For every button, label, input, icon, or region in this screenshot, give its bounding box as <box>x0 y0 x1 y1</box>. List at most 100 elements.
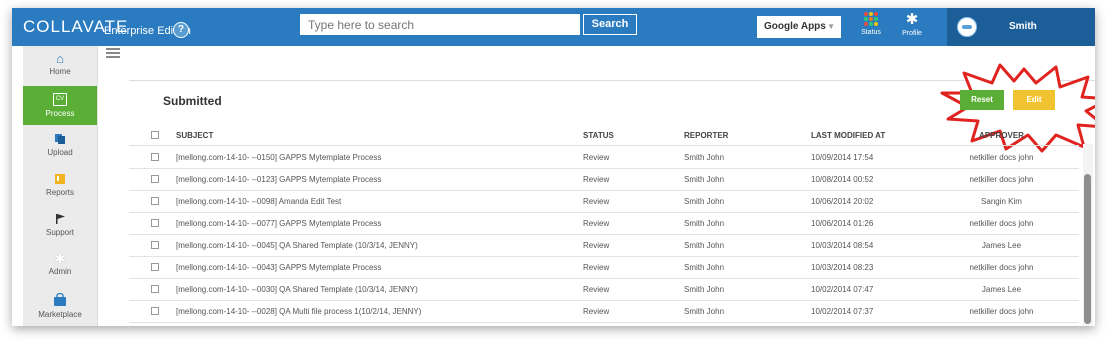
cell-approver: netkiller docs john <box>969 307 1034 316</box>
cell-reporter: Smith John <box>684 197 725 206</box>
sidebar: ⌂ Home CV Process Upload Reports Support… <box>23 46 98 326</box>
sidebar-item-label: Upload <box>47 148 73 157</box>
cell-approver: James Lee <box>981 241 1022 250</box>
cell-reporter: Smith John <box>684 153 725 162</box>
chevron-down-icon: ▼ <box>827 22 835 31</box>
sidebar-item-support[interactable]: Support <box>23 206 97 245</box>
cell-approver: netkiller docs john <box>969 175 1034 184</box>
cell-last-modified: 10/02/2014 07:47 <box>811 285 874 294</box>
cell-approver: netkiller docs john <box>969 219 1034 228</box>
cell-approver: netkiller docs john <box>969 263 1034 272</box>
cell-approver: netkiller docs john <box>969 153 1034 162</box>
sidebar-item-process[interactable]: CV Process <box>23 86 97 125</box>
cell-status: Review <box>583 197 610 206</box>
cell-last-modified: 10/03/2014 08:23 <box>811 263 874 272</box>
table-row[interactable]: [mellong.com-14-10- --0077] GAPPS Mytemp… <box>129 212 1079 235</box>
cell-last-modified: 10/06/2014 20:02 <box>811 197 874 206</box>
cell-subject[interactable]: [mellong.com-14-10- --0077] GAPPS Mytemp… <box>176 219 381 228</box>
cell-last-modified: 10/08/2014 00:52 <box>811 175 874 184</box>
sidebar-item-label: Process <box>45 109 75 118</box>
sidebar-item-admin[interactable]: ✱ Admin <box>23 246 97 285</box>
cell-subject[interactable]: [mellong.com-14-10- --0123] GAPPS Mytemp… <box>176 175 381 184</box>
cell-last-modified: 10/06/2014 01:26 <box>811 219 874 228</box>
sidebar-item-upload[interactable]: Upload <box>23 126 97 165</box>
username: Smith <box>1009 21 1037 32</box>
user-menu[interactable]: Smith <box>947 8 1095 46</box>
cell-subject[interactable]: [mellong.com-14-10- --0043] GAPPS Mytemp… <box>176 263 381 272</box>
reset-button[interactable]: Reset <box>960 90 1004 110</box>
cell-last-modified: 10/03/2014 08:54 <box>811 241 874 250</box>
main-content: Submitted Reset Edit SUBJECT STATUS REPO… <box>129 46 1095 326</box>
row-checkbox[interactable] <box>151 263 159 271</box>
cell-subject[interactable]: [mellong.com-14-10- --0028] QA Multi fil… <box>176 307 421 316</box>
table-header: SUBJECT STATUS REPORTER LAST MODIFIED AT… <box>129 125 1079 146</box>
profile-button[interactable]: ✱ Profile <box>895 11 929 38</box>
row-checkbox[interactable] <box>151 219 159 227</box>
cell-reporter: Smith John <box>684 175 725 184</box>
row-checkbox[interactable] <box>151 153 159 161</box>
cell-subject[interactable]: [mellong.com-14-10- --0098] Amanda Edit … <box>176 197 341 206</box>
search-input[interactable] <box>300 14 580 35</box>
bag-icon <box>54 293 66 306</box>
app-window: COLLAVATE Enterprise Edition ? Search Go… <box>12 8 1095 326</box>
table-row[interactable]: [mellong.com-14-10- --0150] GAPPS Mytemp… <box>129 146 1079 169</box>
column-subject[interactable]: SUBJECT <box>176 131 213 140</box>
table-row[interactable]: [mellong.com-14-10- --0030] QA Shared Te… <box>129 278 1079 301</box>
column-last-modified[interactable]: LAST MODIFIED AT <box>811 131 885 140</box>
gear-icon: ✱ <box>54 251 66 266</box>
row-checkbox[interactable] <box>151 197 159 205</box>
cell-subject[interactable]: [mellong.com-14-10- --0150] GAPPS Mytemp… <box>176 153 381 162</box>
page-title: Submitted <box>163 94 222 108</box>
sidebar-item-label: Support <box>45 228 75 237</box>
edit-button[interactable]: Edit <box>1013 90 1055 110</box>
column-reporter[interactable]: REPORTER <box>684 131 728 140</box>
table-row[interactable]: [mellong.com-14-10- --0045] QA Shared Te… <box>129 234 1079 257</box>
row-checkbox[interactable] <box>151 307 159 315</box>
apps-dropdown[interactable]: Google Apps ▼ <box>757 16 841 38</box>
status-button[interactable]: Status <box>854 12 888 36</box>
help-icon[interactable]: ? <box>173 22 189 38</box>
vertical-scrollbar[interactable] <box>1083 144 1093 326</box>
menu-collapse-icon[interactable] <box>106 48 120 60</box>
table-row[interactable]: [mellong.com-14-10- --0098] Amanda Edit … <box>129 190 1079 213</box>
scrollbar-thumb[interactable] <box>1084 174 1091 324</box>
sidebar-item-label: Reports <box>45 188 74 197</box>
table-row[interactable]: [mellong.com-14-10- --0043] GAPPS Mytemp… <box>129 256 1079 279</box>
cell-reporter: Smith John <box>684 219 725 228</box>
cv-icon: CV <box>53 93 67 106</box>
cell-reporter: Smith John <box>684 307 725 316</box>
sidebar-item-home[interactable]: ⌂ Home <box>23 46 97 85</box>
row-checkbox[interactable] <box>151 241 159 249</box>
sidebar-item-reports[interactable]: Reports <box>23 166 97 205</box>
row-checkbox[interactable] <box>151 285 159 293</box>
search-button[interactable]: Search <box>583 14 637 35</box>
cell-subject[interactable]: [mellong.com-14-10- --0045] QA Shared Te… <box>176 241 418 250</box>
top-bar: COLLAVATE Enterprise Edition ? Search Go… <box>12 8 1095 46</box>
gear-icon: ✱ <box>905 11 919 28</box>
table-row[interactable]: [mellong.com-14-10- --0123] GAPPS Mytemp… <box>129 168 1079 191</box>
cell-approver: Sangin Kim <box>981 197 1022 206</box>
profile-label: Profile <box>902 30 922 37</box>
select-all-checkbox[interactable] <box>151 131 159 139</box>
home-icon: ⌂ <box>56 51 64 66</box>
sidebar-item-marketplace[interactable]: Marketplace <box>23 286 97 325</box>
cell-reporter: Smith John <box>684 241 725 250</box>
apps-dropdown-value: Google Apps <box>764 21 826 32</box>
status-icon <box>854 12 888 26</box>
cell-subject[interactable]: [mellong.com-14-10- --0030] QA Shared Te… <box>176 285 418 294</box>
cell-reporter: Smith John <box>684 263 725 272</box>
cell-reporter: Smith John <box>684 285 725 294</box>
column-approver[interactable]: APPROVER <box>929 131 1074 140</box>
row-checkbox[interactable] <box>151 175 159 183</box>
table-row[interactable]: [mellong.com-14-10- --0028] QA Multi fil… <box>129 300 1079 323</box>
cell-status: Review <box>583 241 610 250</box>
column-status[interactable]: STATUS <box>583 131 614 140</box>
table-body: [mellong.com-14-10- --0150] GAPPS Mytemp… <box>129 146 1079 326</box>
status-label: Status <box>861 29 881 36</box>
cell-status: Review <box>583 219 610 228</box>
upload-icon <box>55 134 65 144</box>
cell-status: Review <box>583 285 610 294</box>
divider <box>129 80 1095 81</box>
cell-last-modified: 10/02/2014 07:37 <box>811 307 874 316</box>
cell-status: Review <box>583 175 610 184</box>
